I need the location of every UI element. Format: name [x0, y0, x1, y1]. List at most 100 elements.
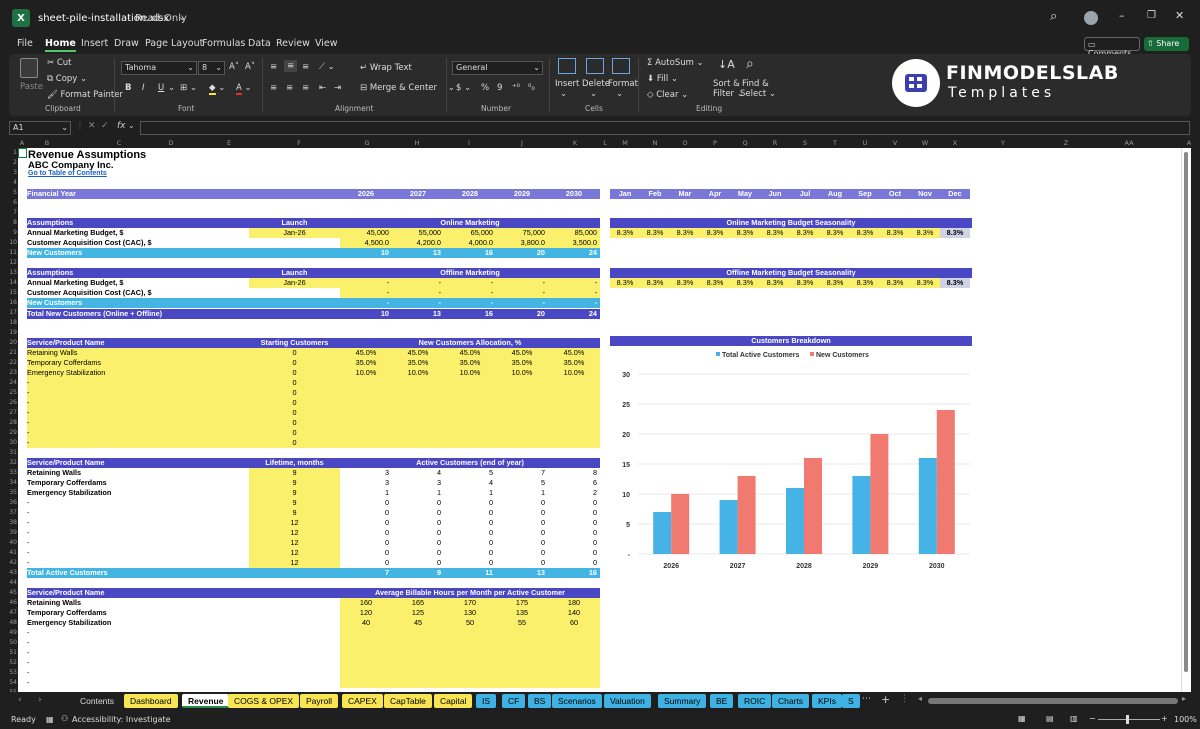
- launch-header[interactable]: Launch: [249, 268, 340, 278]
- allocation-value[interactable]: [340, 388, 392, 398]
- add-sheet-icon[interactable]: +: [881, 693, 890, 706]
- active-value[interactable]: 0: [496, 528, 548, 538]
- column-header[interactable]: G: [359, 138, 375, 148]
- cac-value[interactable]: 4,000.0: [444, 238, 496, 248]
- active-value[interactable]: 0: [496, 508, 548, 518]
- allocation-value[interactable]: [496, 398, 548, 408]
- allocation-value[interactable]: [444, 378, 496, 388]
- service-name[interactable]: -: [27, 628, 340, 638]
- service-name[interactable]: -: [27, 538, 249, 548]
- row-header[interactable]: 15: [9, 288, 18, 298]
- year-header[interactable]: 2028: [444, 189, 496, 199]
- row-header[interactable]: 28: [9, 418, 18, 428]
- row-header[interactable]: 16: [9, 298, 18, 308]
- hours-value[interactable]: [548, 678, 600, 688]
- seasonality-value[interactable]: 8.3%: [760, 278, 790, 288]
- align-top-icon[interactable]: ≡: [270, 62, 277, 72]
- clear-button[interactable]: ◇ Clear ⌄: [647, 90, 688, 100]
- allocation-value[interactable]: 45.0%: [392, 348, 444, 358]
- online-marketing-seasonality-header[interactable]: Online Marketing Budget Seasonality: [610, 218, 972, 228]
- allocation-value[interactable]: [444, 408, 496, 418]
- active-value[interactable]: 0: [392, 558, 444, 568]
- autosum-button[interactable]: Σ AutoSum ⌄: [647, 58, 704, 68]
- align-bottom-icon[interactable]: ≡: [302, 62, 309, 72]
- service-name[interactable]: -: [27, 408, 249, 418]
- cac-value[interactable]: 4,200.0: [392, 238, 444, 248]
- row-header[interactable]: 35: [9, 488, 18, 498]
- scroll-tabs-left-icon[interactable]: ‹: [18, 695, 22, 705]
- delete-cells-icon[interactable]: [586, 58, 604, 74]
- active-value[interactable]: 0: [444, 558, 496, 568]
- hours-value[interactable]: [340, 658, 392, 668]
- row-header[interactable]: 8: [9, 218, 18, 228]
- service-name[interactable]: -: [27, 438, 249, 448]
- column-header[interactable]: AA: [1121, 138, 1137, 148]
- hours-value[interactable]: [496, 628, 548, 638]
- borders-icon[interactable]: ⊞ ⌄: [180, 83, 197, 93]
- paste-label[interactable]: Paste: [20, 82, 43, 92]
- lifetime-value[interactable]: 9: [249, 478, 340, 488]
- hours-value[interactable]: [340, 628, 392, 638]
- allocation-value[interactable]: [340, 428, 392, 438]
- seasonality-value[interactable]: 8.3%: [940, 228, 970, 238]
- grow-font-icon[interactable]: A˄: [229, 62, 239, 72]
- column-header[interactable]: N: [647, 138, 663, 148]
- new-customers-value[interactable]: -: [340, 298, 392, 308]
- starting-value[interactable]: 0: [249, 378, 340, 388]
- seasonality-value[interactable]: 8.3%: [640, 278, 670, 288]
- cac-value[interactable]: -: [444, 288, 496, 298]
- allocation-value[interactable]: [548, 408, 600, 418]
- service-name[interactable]: -: [27, 388, 249, 398]
- search-icon[interactable]: ⌕: [1050, 9, 1057, 24]
- new-customers-value[interactable]: -: [392, 298, 444, 308]
- format-dropdown-icon[interactable]: ⌄: [616, 89, 623, 99]
- column-header[interactable]: K: [567, 138, 583, 148]
- cac-value[interactable]: 3,500.0: [548, 238, 600, 248]
- new-customers-label[interactable]: New Customers: [27, 298, 340, 308]
- restore-icon[interactable]: ❐: [1147, 10, 1156, 21]
- active-value[interactable]: 0: [340, 528, 392, 538]
- accessibility-icon[interactable]: ⚇: [61, 714, 68, 723]
- service-name[interactable]: -: [27, 418, 249, 428]
- format-cells-icon[interactable]: [612, 58, 630, 74]
- hours-value[interactable]: 120: [340, 608, 392, 618]
- service-name[interactable]: -: [27, 528, 249, 538]
- function-dropdown-icon[interactable]: ⌄: [128, 121, 135, 130]
- row-header[interactable]: 6: [9, 198, 18, 208]
- hours-value[interactable]: 135: [496, 608, 548, 618]
- allocation-value[interactable]: 10.0%: [548, 368, 600, 378]
- launch-header[interactable]: Launch: [249, 218, 340, 228]
- row-header[interactable]: 39: [9, 528, 18, 538]
- align-right-icon[interactable]: ≡: [302, 83, 309, 93]
- lifetime-value[interactable]: 9: [249, 508, 340, 518]
- lifetime-value[interactable]: 9: [249, 488, 340, 498]
- new-customers-label[interactable]: New Customers: [27, 248, 340, 258]
- hours-value[interactable]: 130: [444, 608, 496, 618]
- allocation-value[interactable]: 35.0%: [392, 358, 444, 368]
- active-value[interactable]: 0: [340, 548, 392, 558]
- service-name[interactable]: Retaining Walls: [27, 348, 249, 358]
- hours-value[interactable]: [496, 668, 548, 678]
- lifetime-value[interactable]: 12: [249, 518, 340, 528]
- seasonality-value[interactable]: 8.3%: [670, 278, 700, 288]
- vertical-scrollbar-thumb[interactable]: [1184, 152, 1188, 672]
- hours-value[interactable]: [496, 648, 548, 658]
- seasonality-value[interactable]: 8.3%: [700, 278, 730, 288]
- service-name[interactable]: -: [27, 648, 340, 658]
- budget-value[interactable]: 55,000: [392, 228, 444, 238]
- underline-dropdown-icon[interactable]: ⌄: [168, 83, 175, 93]
- active-value[interactable]: 0: [444, 498, 496, 508]
- allocation-value[interactable]: 35.0%: [548, 358, 600, 368]
- year-header[interactable]: 2026: [340, 189, 392, 199]
- service-header[interactable]: Service/Product Name: [27, 458, 249, 468]
- allocation-value[interactable]: [548, 418, 600, 428]
- active-value[interactable]: 0: [548, 528, 600, 538]
- active-value[interactable]: 5: [496, 478, 548, 488]
- column-header[interactable]: A: [14, 138, 30, 148]
- month-header[interactable]: Nov: [910, 189, 940, 199]
- seasonality-value[interactable]: 8.3%: [730, 278, 760, 288]
- total-active-value[interactable]: 16: [548, 568, 600, 578]
- month-header[interactable]: Oct: [880, 189, 910, 199]
- hours-value[interactable]: [548, 668, 600, 678]
- align-middle-icon[interactable]: ≡: [284, 60, 298, 72]
